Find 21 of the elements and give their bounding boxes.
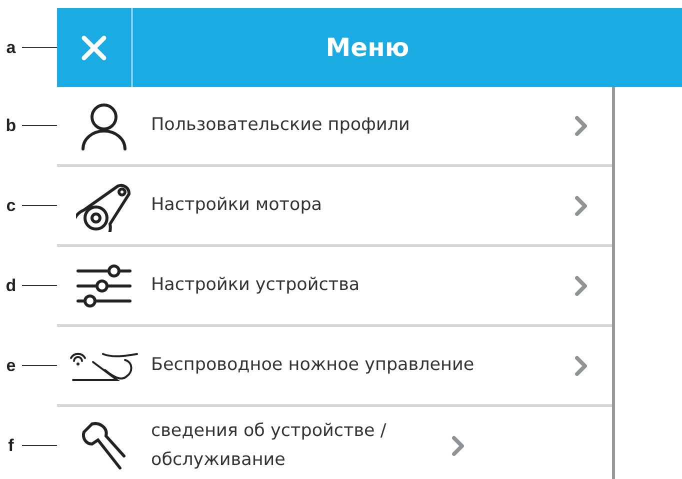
leader-line [22, 364, 57, 366]
leader-line [22, 46, 57, 48]
chevron-right-icon [574, 194, 588, 216]
leader-line [22, 124, 57, 126]
sliders-icon [76, 262, 132, 308]
chevron-right-icon [451, 434, 465, 456]
person-icon [79, 100, 129, 150]
chevron-right-icon [574, 114, 588, 136]
callout-letter: e [5, 356, 17, 376]
leader-line [22, 204, 57, 206]
callout-letter: d [4, 276, 18, 296]
callout-letter: f [7, 436, 15, 456]
chevron-right-icon [574, 274, 588, 296]
close-icon [81, 34, 107, 60]
callout-letter: b [4, 116, 18, 136]
leader-line [22, 284, 57, 286]
callout-letter: c [5, 196, 17, 216]
callout-letter: a [5, 38, 17, 58]
menu-title: Меню [324, 33, 410, 62]
leader-line [22, 444, 57, 446]
chevron-right-icon [574, 354, 588, 376]
